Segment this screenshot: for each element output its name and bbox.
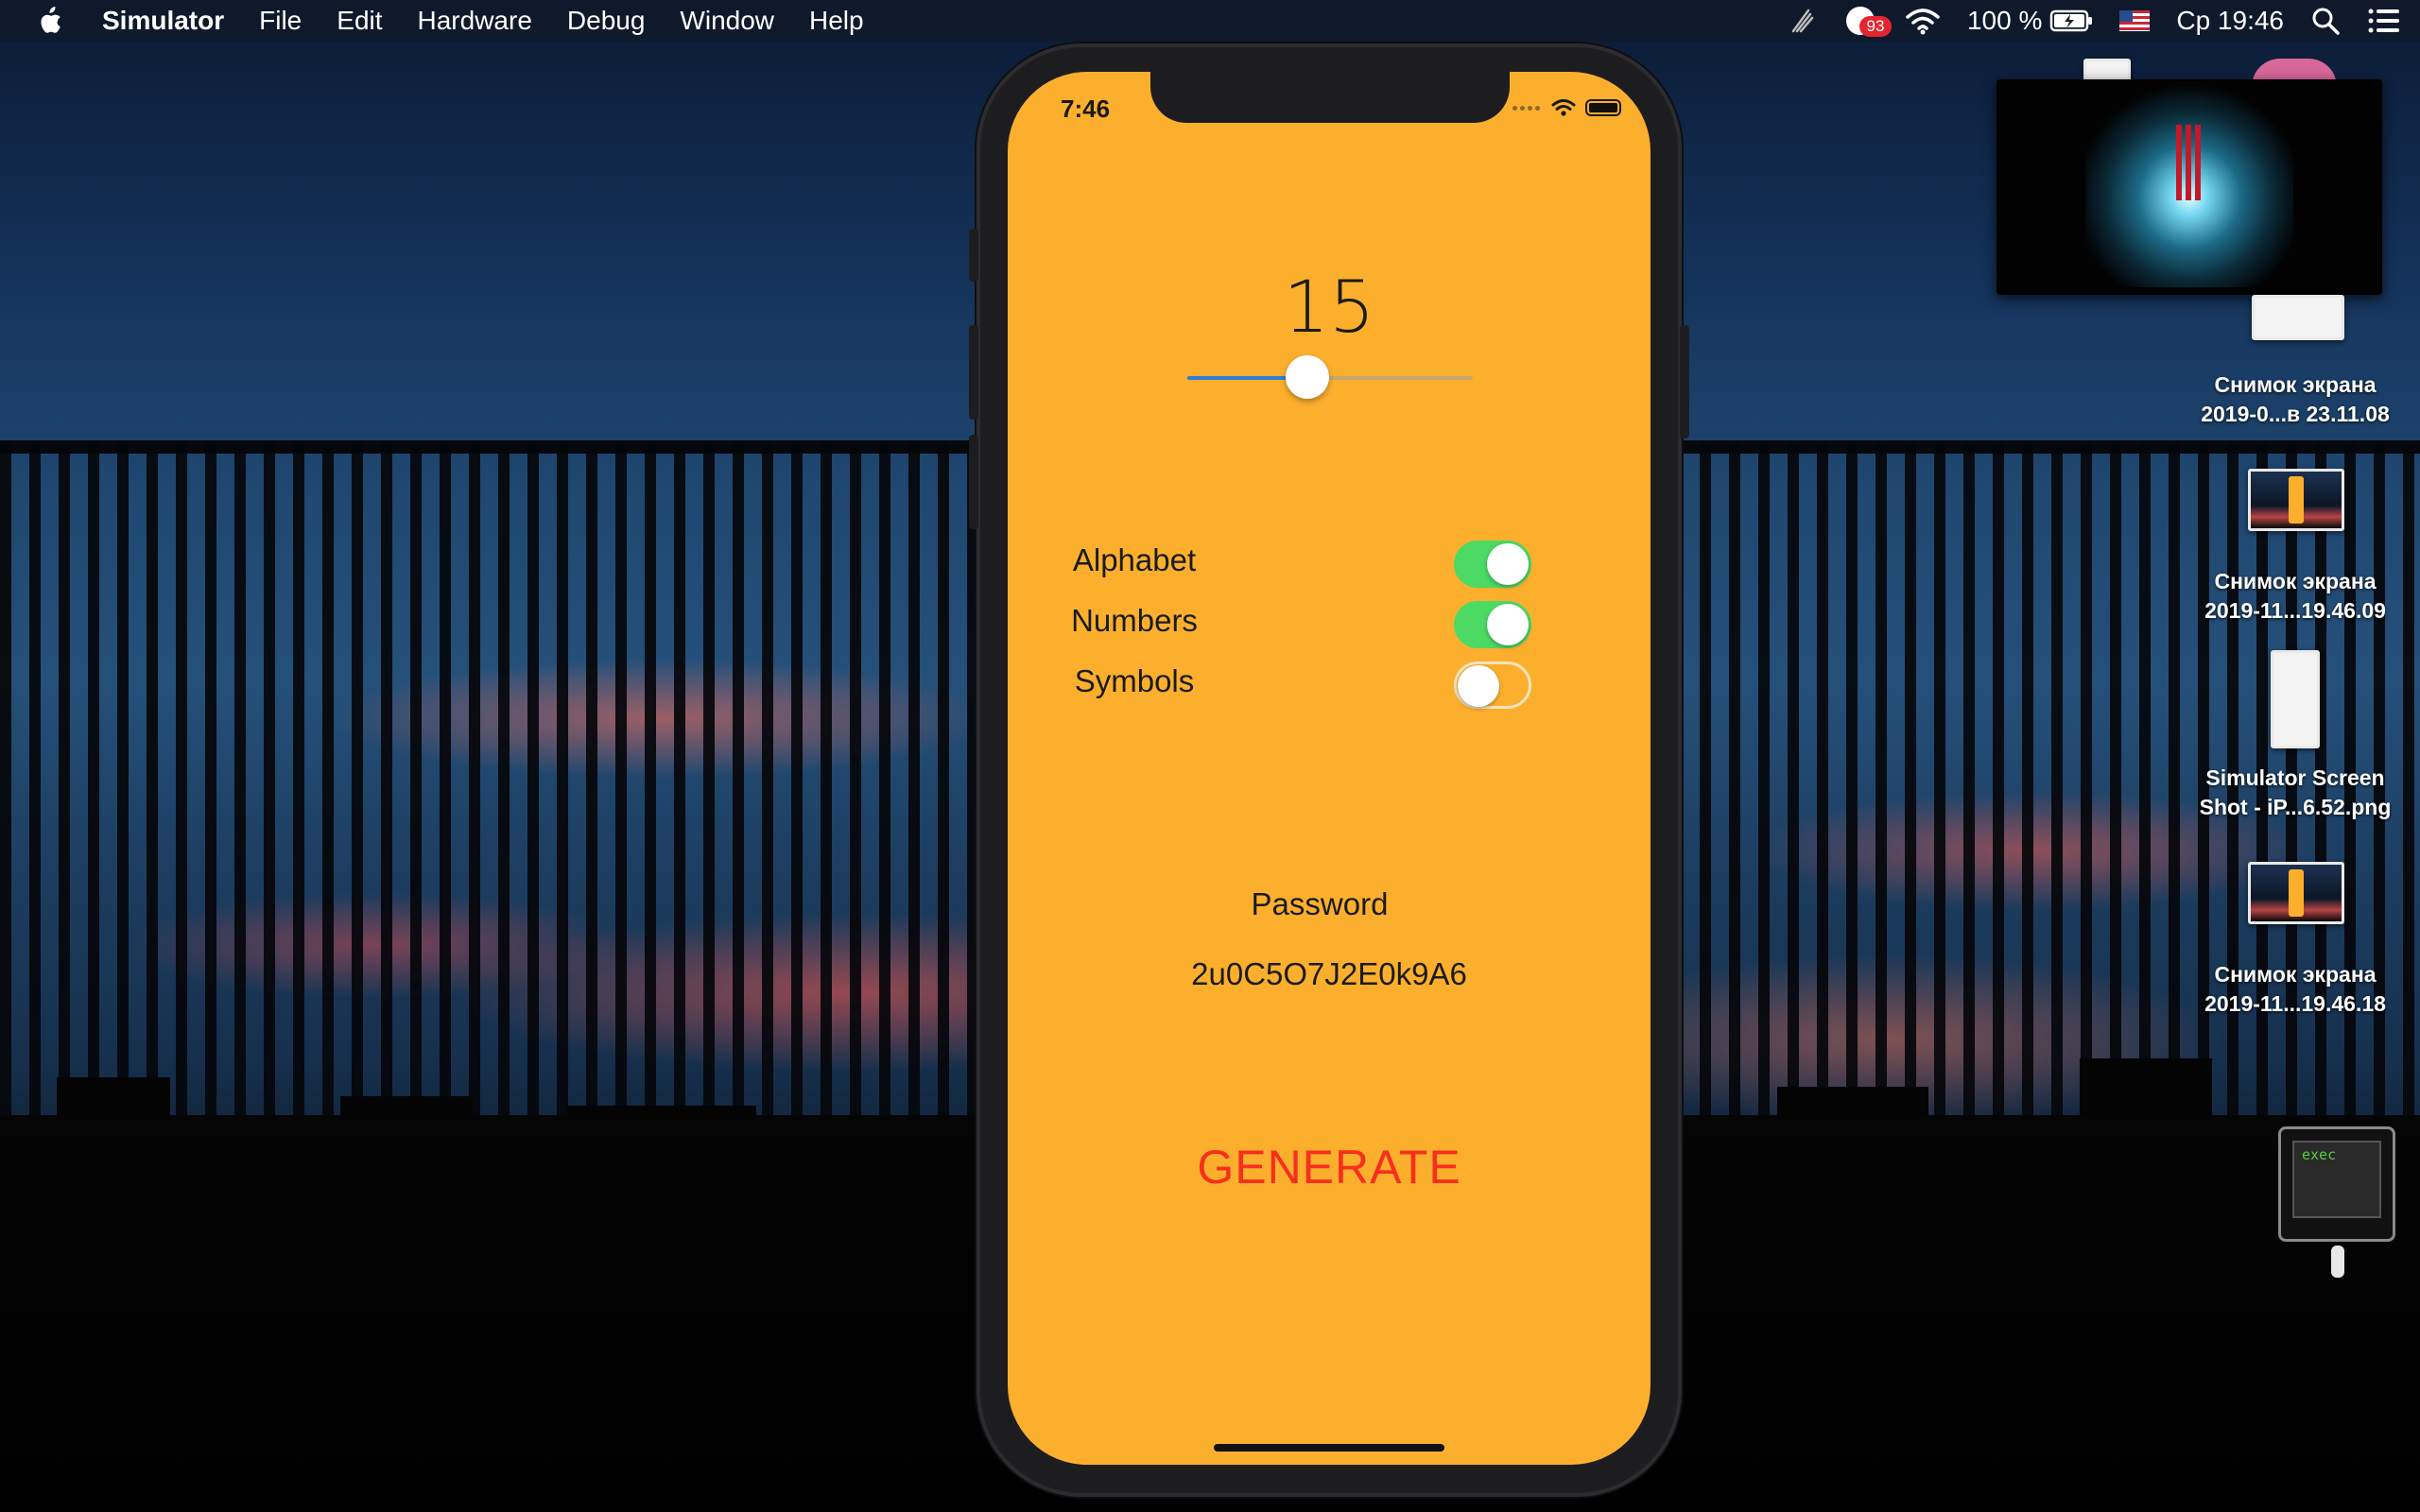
label-line2: 2019-11...19.46.09 [2204,598,2386,623]
menu-debug[interactable]: Debug [567,6,646,36]
password-length-value: 15 [1283,265,1375,349]
exec-icon-stand [2331,1246,2344,1278]
simulator-screen: 7:46 15 Alphabet Numbers Symbols Passwor… [1008,72,1651,1465]
status-indicators [1512,98,1621,117]
desktop-file-label-1[interactable]: Снимок экрана 2019-0...в 23.11.08 [2182,370,2409,429]
desktop-file-thumbnail-2[interactable] [2248,469,2344,531]
power-button[interactable] [1680,325,1689,438]
menu-file[interactable]: File [259,6,302,36]
option-label-symbols: Symbols [1074,663,1195,698]
toggle-knob [1487,604,1529,645]
generate-button[interactable]: GENERATE [1140,1134,1518,1200]
battery-icon [1585,99,1621,116]
notification-badge: 93 [1858,16,1892,37]
exec-terminal-icon[interactable]: exec [2278,1126,2395,1242]
exec-label: exec [2292,1141,2381,1218]
desktop-file-label-4[interactable]: Снимок экрана 2019-11...19.46.18 [2182,960,2409,1019]
cellular-icon [1512,105,1540,111]
label-line2: Shot - iP...6.52.png [2199,795,2392,819]
phone-notch [1150,72,1510,123]
label-line1: Снимок экрана [2214,962,2377,987]
silent-switch[interactable] [969,229,978,282]
notification-center-icon[interactable] [2367,7,2401,35]
desktop-file-label-2[interactable]: Снимок экрана 2019-11...19.46.09 [2182,567,2409,626]
symbols-toggle[interactable] [1454,662,1531,709]
desktop-file-thumbnail-4[interactable] [2248,862,2344,924]
label-line1: Simulator Screen [2205,765,2385,790]
spotlight-icon[interactable] [2310,6,2341,36]
password-value: 2u0C5O7J2E0k9A6 [1191,956,1467,991]
apple-icon[interactable] [36,6,62,36]
label-line2: 2019-11...19.46.18 [2204,991,2386,1016]
mini-player-window[interactable] [1996,79,2382,295]
volume-down-button[interactable] [969,435,978,529]
menu-edit[interactable]: Edit [337,6,382,36]
desktop-file-label-3[interactable]: Simulator Screen Shot - iP...6.52.png [2182,764,2409,822]
password-title: Password [1251,886,1389,921]
volume-up-button[interactable] [969,325,978,420]
menu-app-name[interactable]: Simulator [102,6,224,36]
menu-hardware[interactable]: Hardware [418,6,532,36]
menu-help[interactable]: Help [809,6,864,36]
us-flag-icon[interactable] [2119,10,2151,31]
toggle-knob [1487,543,1529,585]
label-line1: Снимок экрана [2214,372,2377,397]
option-label-numbers: Numbers [1071,603,1198,638]
menu-window[interactable]: Window [680,6,774,36]
status-time: 7:46 [1061,94,1111,123]
battery-percent: 100 % [1966,6,2043,35]
alphabet-toggle[interactable] [1454,541,1531,588]
desktop-file-thumbnail-3[interactable] [2271,650,2320,748]
length-slider-thumb[interactable] [1285,355,1329,399]
battery-icon[interactable] [2049,9,2093,33]
airdrop-icon[interactable] [1788,5,1820,37]
option-label-alphabet: Alphabet [1072,542,1197,577]
menu-bar: Simulator File Edit Hardware Debug Windo… [0,0,2420,42]
numbers-toggle[interactable] [1454,601,1531,648]
label-line2: 2019-0...в 23.11.08 [2201,402,2390,426]
wifi-icon[interactable] [1905,7,1941,35]
label-line1: Снимок экрана [2214,569,2377,593]
wifi-icon [1551,99,1576,116]
album-art-image [2085,87,2293,287]
length-slider[interactable] [1187,376,1473,380]
home-indicator[interactable] [1214,1444,1444,1452]
notifications-icon[interactable]: 93 [1845,5,1892,37]
toggle-knob [1458,665,1499,707]
desktop-file-thumbnail-1[interactable] [2252,295,2344,340]
menubar-clock[interactable]: Ср 19:46 [2176,6,2284,36]
